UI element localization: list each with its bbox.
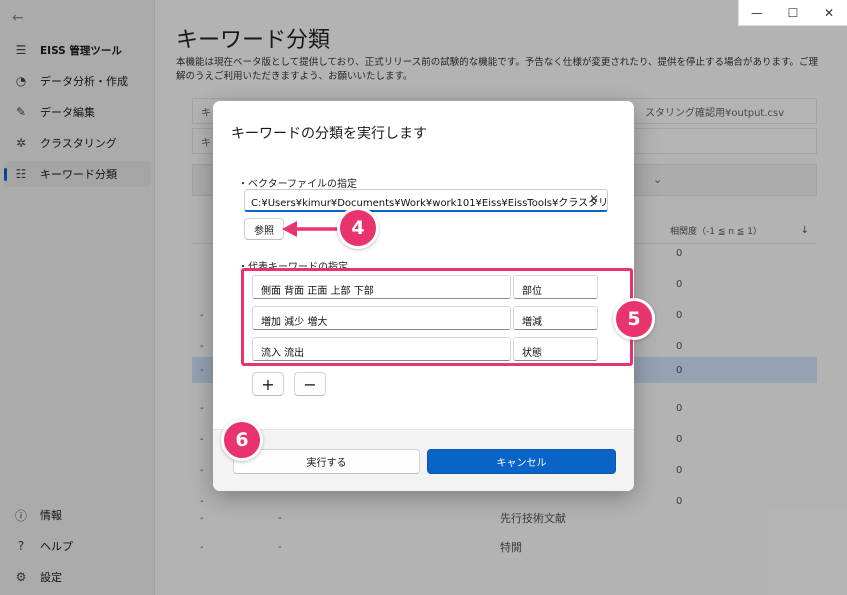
annotation-highlight-box [241, 268, 633, 366]
dialog-title: キーワードの分類を実行します [231, 126, 427, 142]
clear-icon[interactable]: ✕ [589, 192, 599, 206]
step-badge-4: 4 [337, 207, 379, 249]
cancel-button[interactable]: キャンセル [427, 449, 616, 474]
step-badge-6: 6 [221, 419, 263, 461]
minimize-button[interactable]: — [739, 0, 775, 26]
remove-keyword-button[interactable]: − [294, 372, 326, 396]
window-controls: — ☐ ✕ [738, 0, 847, 26]
add-keyword-button[interactable]: + [252, 372, 284, 396]
dialog-footer: 実行する キャンセル [213, 429, 634, 491]
close-button[interactable]: ✕ [811, 0, 847, 26]
vector-file-label: ・ベクターファイルの指定 [238, 179, 357, 190]
run-button[interactable]: 実行する [233, 449, 420, 474]
maximize-button[interactable]: ☐ [775, 0, 811, 26]
vector-path-input[interactable]: C:¥Users¥kimur¥Documents¥Work¥work101¥Ei… [244, 189, 608, 212]
browse-button[interactable]: 参照 [244, 218, 284, 240]
step-badge-5: 5 [613, 298, 655, 340]
